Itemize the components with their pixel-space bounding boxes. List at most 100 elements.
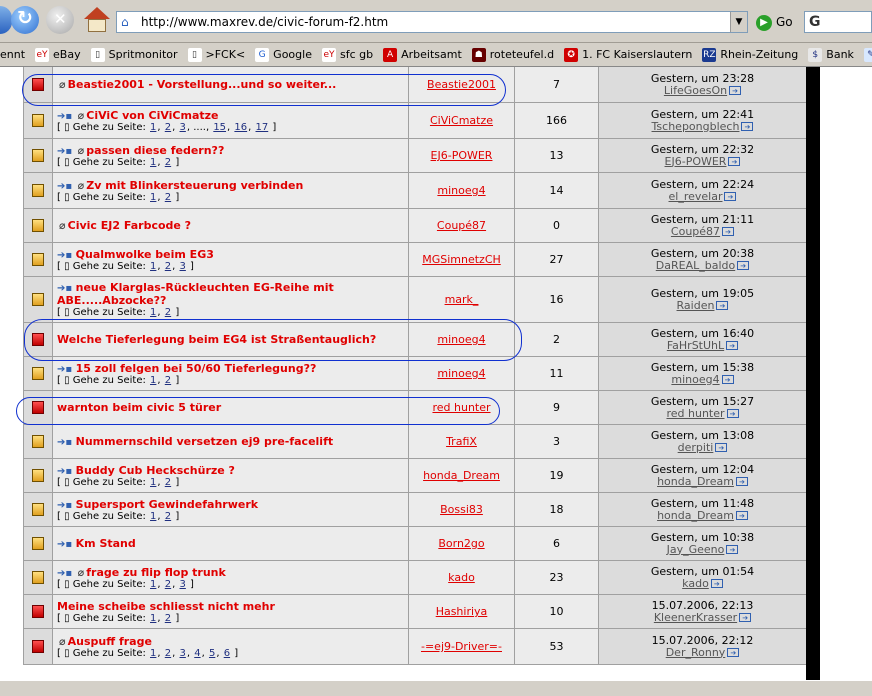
topic-title-link[interactable]: neue Klarglas-Rückleuchten EG-Reihe mit … <box>57 281 334 307</box>
last-post-user-link[interactable]: honda_Dream <box>657 509 734 522</box>
author-link[interactable]: Bossi83 <box>440 503 483 516</box>
page-link[interactable]: 1 <box>150 477 156 488</box>
author-link[interactable]: EJ6-POWER <box>431 149 493 162</box>
page-link[interactable]: 4 <box>194 648 200 659</box>
goto-last-post-icon[interactable]: ➔ <box>741 122 754 131</box>
new-post-arrow-icon[interactable]: ➔▪ <box>57 250 76 261</box>
page-link[interactable]: 1 <box>150 579 156 590</box>
author-link[interactable]: -=ej9-Driver=- <box>421 640 502 653</box>
last-post-user-link[interactable]: red hunter <box>666 407 724 420</box>
page-link[interactable]: 2 <box>165 192 171 203</box>
goto-last-post-icon[interactable]: ➔ <box>726 409 739 418</box>
page-link[interactable]: 15 <box>213 122 226 133</box>
author-link[interactable]: minoeg4 <box>437 367 485 380</box>
topic-title-link[interactable]: Km Stand <box>76 537 136 550</box>
page-link[interactable]: 1 <box>150 375 156 386</box>
last-post-user-link[interactable]: DaREAL_baldo <box>656 259 735 272</box>
goto-last-post-icon[interactable]: ➔ <box>726 545 739 554</box>
page-link[interactable]: 2 <box>165 261 171 272</box>
topic-title-link[interactable]: Welche Tieferlegung beim EG4 ist Straßen… <box>57 333 376 346</box>
author-link[interactable]: CiViCmatze <box>430 114 493 127</box>
reload-button[interactable] <box>11 6 39 34</box>
last-post-user-link[interactable]: honda_Dream <box>657 475 734 488</box>
page-link[interactable]: 1 <box>150 192 156 203</box>
topic-title-link[interactable]: Auspuff frage <box>68 635 152 648</box>
author-link[interactable]: honda_Dream <box>423 469 500 482</box>
topic-title-link[interactable]: CiViC von CiViCmatze <box>86 109 218 122</box>
goto-last-post-icon[interactable]: ➔ <box>735 477 748 486</box>
bookmark-arbeitsamt[interactable]: A Arbeitsamt <box>383 43 462 66</box>
new-post-arrow-icon[interactable]: ➔▪ <box>57 146 76 157</box>
topic-title-link[interactable]: passen diese federn?? <box>86 144 224 157</box>
topic-title-link[interactable]: frage zu flip flop trunk <box>86 566 226 579</box>
goto-last-post-icon[interactable]: ➔ <box>724 192 737 201</box>
last-post-user-link[interactable]: minoeg4 <box>671 373 719 386</box>
last-post-user-link[interactable]: kado <box>682 577 709 590</box>
stop-button[interactable] <box>46 6 74 34</box>
goto-last-post-icon[interactable]: ➔ <box>737 261 750 270</box>
goto-last-post-icon[interactable]: ➔ <box>739 613 752 622</box>
author-link[interactable]: red hunter <box>432 401 490 414</box>
page-link[interactable]: 1 <box>150 511 156 522</box>
author-link[interactable]: Beastie2001 <box>427 78 496 91</box>
last-post-user-link[interactable]: derpiti <box>678 441 714 454</box>
address-bar[interactable]: ⌂ http://www.maxrev.de/civic-forum-f2.ht… <box>116 11 748 33</box>
goto-last-post-icon[interactable]: ➔ <box>722 227 735 236</box>
go-button[interactable]: ▶ Go <box>756 11 793 33</box>
last-post-user-link[interactable]: FaHrStUhL <box>667 339 724 352</box>
topic-title-link[interactable]: Nummernschild versetzen ej9 pre-facelift <box>76 435 333 448</box>
author-link[interactable]: minoeg4 <box>437 184 485 197</box>
page-link[interactable]: 16 <box>234 122 247 133</box>
bookmark-ennt[interactable]: ennt <box>0 43 25 66</box>
page-link[interactable]: 3 <box>180 579 186 590</box>
page-link[interactable]: 2 <box>165 375 171 386</box>
bookmark--fck-[interactable]: ▯ >FCK< <box>187 43 245 66</box>
address-dropdown-button[interactable]: ▼ <box>730 12 747 32</box>
topic-title-link[interactable]: Qualmwolke beim EG3 <box>76 248 214 261</box>
page-link[interactable]: 2 <box>165 613 171 624</box>
bookmark-bank[interactable]: $ Bank <box>808 43 854 66</box>
page-link[interactable]: 1 <box>150 307 156 318</box>
new-post-arrow-icon[interactable]: ➔▪ <box>57 500 76 511</box>
last-post-user-link[interactable]: EJ6-POWER <box>665 155 727 168</box>
bookmark-1-fc-kaiserslautern[interactable]: ✪ 1. FC Kaiserslautern <box>564 43 692 66</box>
page-link[interactable]: 2 <box>165 307 171 318</box>
google-search-box[interactable]: G <box>804 11 872 33</box>
last-post-user-link[interactable]: KleenerKrasser <box>654 611 737 624</box>
page-link[interactable]: 3 <box>180 648 186 659</box>
last-post-user-link[interactable]: el_revelar <box>669 190 723 203</box>
last-post-user-link[interactable]: Jay_Geeno <box>667 543 725 556</box>
topic-title-link[interactable]: Meine scheibe schliesst nicht mehr <box>57 600 275 613</box>
goto-last-post-icon[interactable]: ➔ <box>729 86 742 95</box>
bookmark-rhein-zeitung[interactable]: RZ Rhein-Zeitung <box>702 43 798 66</box>
last-post-user-link[interactable]: Tschepongblech <box>652 120 740 133</box>
author-link[interactable]: kado <box>448 571 475 584</box>
goto-last-post-icon[interactable]: ➔ <box>716 301 729 310</box>
home-button[interactable] <box>83 6 111 34</box>
bookmark-spritmonitor[interactable]: ▯ Spritmonitor <box>90 43 178 66</box>
bookmark-sfc-gb[interactable]: eY sfc gb <box>321 43 373 66</box>
goto-last-post-icon[interactable]: ➔ <box>721 375 734 384</box>
last-post-user-link[interactable]: Raiden <box>677 299 715 312</box>
last-post-user-link[interactable]: Coupé87 <box>671 225 720 238</box>
topic-title-link[interactable]: Beastie2001 - Vorstellung...und so weite… <box>68 78 337 91</box>
topic-title-link[interactable]: Zv mit Blinkersteuerung verbinden <box>86 179 303 192</box>
topic-title-link[interactable]: Civic EJ2 Farbcode ? <box>68 219 191 232</box>
page-link[interactable]: 3 <box>180 261 186 272</box>
author-link[interactable]: Coupé87 <box>437 219 486 232</box>
goto-last-post-icon[interactable]: ➔ <box>727 648 740 657</box>
goto-last-post-icon[interactable]: ➔ <box>715 443 728 452</box>
page-link[interactable]: 1 <box>150 261 156 272</box>
page-link[interactable]: 6 <box>224 648 230 659</box>
author-link[interactable]: Born2go <box>438 537 484 550</box>
bookmark-google[interactable]: G Google <box>255 43 312 66</box>
topic-title-link[interactable]: warnton beim civic 5 türer <box>57 401 221 414</box>
new-post-arrow-icon[interactable]: ➔▪ <box>57 181 76 192</box>
new-post-arrow-icon[interactable]: ➔▪ <box>57 364 76 375</box>
goto-last-post-icon[interactable]: ➔ <box>726 341 739 350</box>
topic-title-link[interactable]: 15 zoll felgen bei 50/60 Tieferlegung?? <box>76 362 317 375</box>
author-link[interactable]: TrafiX <box>446 435 477 448</box>
page-link[interactable]: 1 <box>150 157 156 168</box>
page-link[interactable]: 1 <box>150 122 156 133</box>
page-link[interactable]: 2 <box>165 157 171 168</box>
